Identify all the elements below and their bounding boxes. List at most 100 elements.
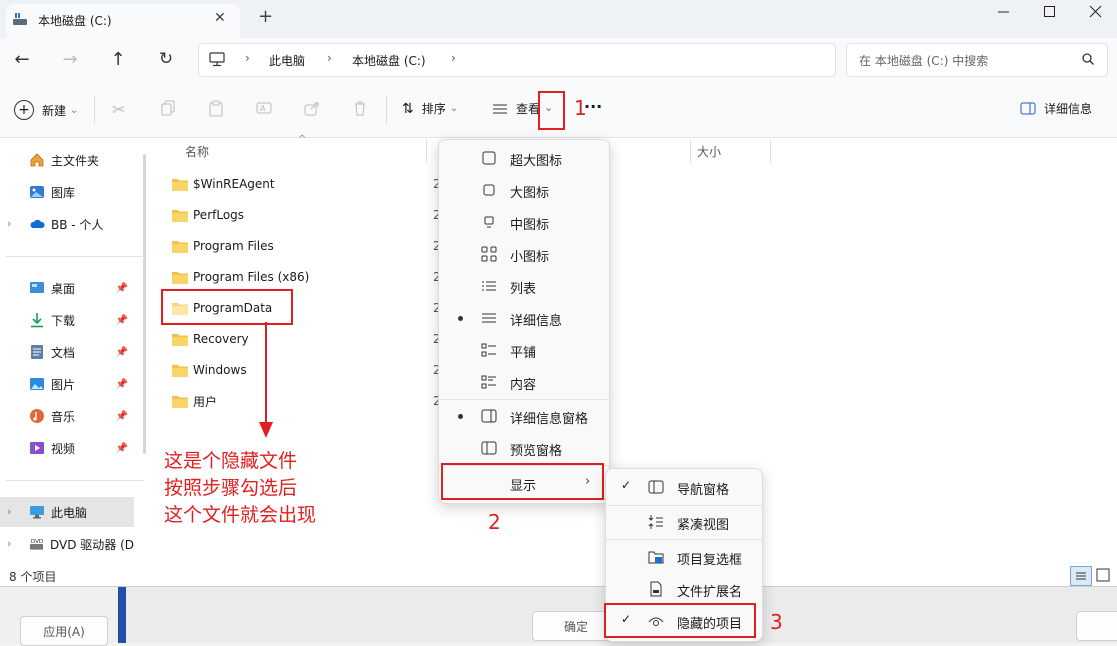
column-header-size[interactable]: 大小 — [697, 138, 721, 164]
sidebar-item-downloads[interactable]: 下载 📌 — [0, 306, 134, 334]
pin-icon[interactable]: 📌 — [116, 315, 128, 326]
search-input[interactable]: 在 本地磁盘 (C:) 中搜索 — [859, 52, 988, 69]
sidebar-item-onedrive[interactable]: › BB - 个人 — [0, 210, 134, 238]
sidebar-scrollbar[interactable] — [143, 154, 146, 454]
close-window-icon[interactable] — [1086, 2, 1106, 22]
breadcrumb-chevron-icon: › — [451, 51, 456, 65]
rename-icon[interactable]: A — [256, 100, 272, 116]
pin-icon[interactable]: 📌 — [116, 411, 128, 422]
sort-button[interactable]: ⇅ 排序 ⌄ — [402, 100, 458, 117]
cancel-button-partial[interactable] — [1076, 611, 1117, 641]
pin-icon[interactable]: 📌 — [116, 283, 128, 294]
search-box[interactable]: 在 本地磁盘 (C:) 中搜索 — [846, 43, 1108, 77]
cut-icon[interactable]: ✂ — [112, 100, 125, 119]
file-row[interactable]: 用户 — [172, 387, 422, 415]
file-row[interactable]: Windows — [172, 356, 422, 384]
menu-item-item-checkboxes[interactable]: 项目复选框 — [606, 541, 762, 573]
status-bar: 8 个项目 — [0, 566, 1117, 586]
menu-item-details[interactable]: 详细信息 — [439, 302, 609, 334]
annotation-step-3: 3 — [770, 610, 783, 634]
menu-item-details-pane[interactable]: 详细信息窗格 — [439, 400, 609, 432]
sidebar-item-this-pc[interactable]: › 此电脑 — [0, 497, 134, 527]
folder-icon — [172, 178, 188, 191]
pin-icon[interactable]: 📌 — [116, 443, 128, 454]
copy-icon[interactable] — [160, 100, 176, 116]
maximize-icon[interactable] — [1040, 2, 1060, 22]
video-icon — [30, 442, 44, 454]
menu-item-extra-large-icons[interactable]: 超大图标 — [439, 142, 609, 174]
small-icons-icon — [481, 246, 497, 262]
file-name: Windows — [193, 363, 247, 377]
refresh-icon[interactable]: ↻ — [154, 48, 178, 70]
sidebar-item-videos[interactable]: 视频 📌 — [0, 434, 134, 462]
svg-text:DVD: DVD — [31, 539, 43, 545]
computer-icon — [209, 52, 225, 67]
file-row[interactable]: Program Files — [172, 232, 422, 260]
column-header-name[interactable]: 名称 — [185, 138, 209, 164]
chevron-right-icon: › — [7, 217, 12, 230]
minimize-icon[interactable] — [994, 2, 1014, 22]
menu-item-list[interactable]: 列表 — [439, 270, 609, 302]
home-icon — [30, 153, 44, 167]
menu-item-large-icons[interactable]: 大图标 — [439, 174, 609, 206]
file-name: PerfLogs — [193, 208, 245, 222]
new-button-label: 新建 — [42, 103, 67, 118]
toolbar-divider — [386, 96, 387, 124]
sidebar-item-pictures[interactable]: 图片 📌 — [0, 370, 134, 398]
pin-icon[interactable]: 📌 — [116, 379, 128, 390]
new-tab-button[interactable]: + — [258, 6, 273, 27]
breadcrumb-this-pc[interactable]: 此电脑 — [269, 52, 305, 69]
file-row[interactable]: $WinREAgent — [172, 170, 422, 198]
tab-local-disk[interactable]: 本地磁盘 (C:) ✕ — [6, 4, 240, 38]
sidebar-item-desktop[interactable]: 桌面 📌 — [0, 274, 134, 302]
sidebar-divider — [6, 256, 144, 257]
annotation-step-2: 2 — [488, 510, 501, 534]
sidebar-item-music[interactable]: 音乐 📌 — [0, 402, 134, 430]
breadcrumb-local-disk[interactable]: 本地磁盘 (C:) — [352, 52, 426, 69]
menu-item-preview-pane[interactable]: 预览窗格 — [439, 432, 609, 464]
sort-button-label: 排序 — [421, 102, 446, 116]
navigation-pane-icon — [648, 480, 664, 494]
delete-icon[interactable] — [352, 100, 368, 116]
details-pane-label: 详细信息 — [1044, 102, 1093, 116]
share-icon[interactable] — [304, 100, 320, 116]
back-arrow-icon[interactable]: ← — [10, 48, 34, 70]
sidebar-item-home[interactable]: 主文件夹 — [0, 146, 134, 174]
details-pane-button[interactable]: 详细信息 — [1020, 100, 1092, 117]
svg-text:A: A — [260, 104, 266, 113]
column-divider — [426, 140, 427, 162]
forward-arrow-icon[interactable]: → — [58, 48, 82, 70]
desktop-icon — [30, 282, 44, 293]
folder-icon — [172, 209, 188, 222]
address-bar[interactable]: › 此电脑 › 本地磁盘 (C:) › — [198, 43, 836, 77]
file-row[interactable]: Program Files (x86) — [172, 263, 422, 291]
file-row[interactable]: Recovery — [172, 325, 422, 353]
menu-item-file-extensions[interactable]: 文件扩展名 — [606, 573, 762, 605]
menu-item-medium-icons[interactable]: 中图标 — [439, 206, 609, 238]
view-button[interactable]: 查看 — [492, 100, 540, 117]
more-options-button[interactable]: ··· — [584, 97, 602, 116]
details-view-icon[interactable] — [1070, 566, 1092, 586]
item-count: 8 个项目 — [9, 570, 57, 584]
menu-item-navigation-pane[interactable]: ✓ 导航窗格 — [606, 471, 762, 503]
sidebar-item-gallery[interactable]: 图库 — [0, 178, 134, 206]
computer-icon — [30, 506, 44, 519]
annotation-note-line: 这个文件就会出现 — [164, 504, 317, 526]
menu-item-compact-view[interactable]: 紧凑视图 — [606, 506, 762, 538]
close-tab-icon[interactable]: ✕ — [214, 10, 226, 26]
breadcrumb-chevron-icon: › — [245, 51, 250, 65]
pin-icon[interactable]: 📌 — [116, 347, 128, 358]
annotation-box-hidden-items — [604, 603, 756, 638]
menu-item-small-icons[interactable]: 小图标 — [439, 238, 609, 270]
new-button[interactable]: + 新建 ⌄ — [14, 100, 78, 120]
tiles-view-icon[interactable] — [1096, 568, 1110, 582]
paste-icon[interactable] — [208, 100, 224, 117]
file-row[interactable]: PerfLogs — [172, 201, 422, 229]
menu-item-tiles[interactable]: 平铺 — [439, 334, 609, 366]
apply-button[interactable]: 应用(A) — [20, 616, 108, 646]
sidebar-item-dvd[interactable]: › DVD DVD 驱动器 (D — [0, 530, 134, 558]
menu-item-content[interactable]: 内容 — [439, 366, 609, 398]
sidebar-item-documents[interactable]: 文档 📌 — [0, 338, 134, 366]
chevron-right-icon: › — [7, 505, 12, 518]
up-arrow-icon[interactable]: ↑ — [106, 48, 130, 70]
